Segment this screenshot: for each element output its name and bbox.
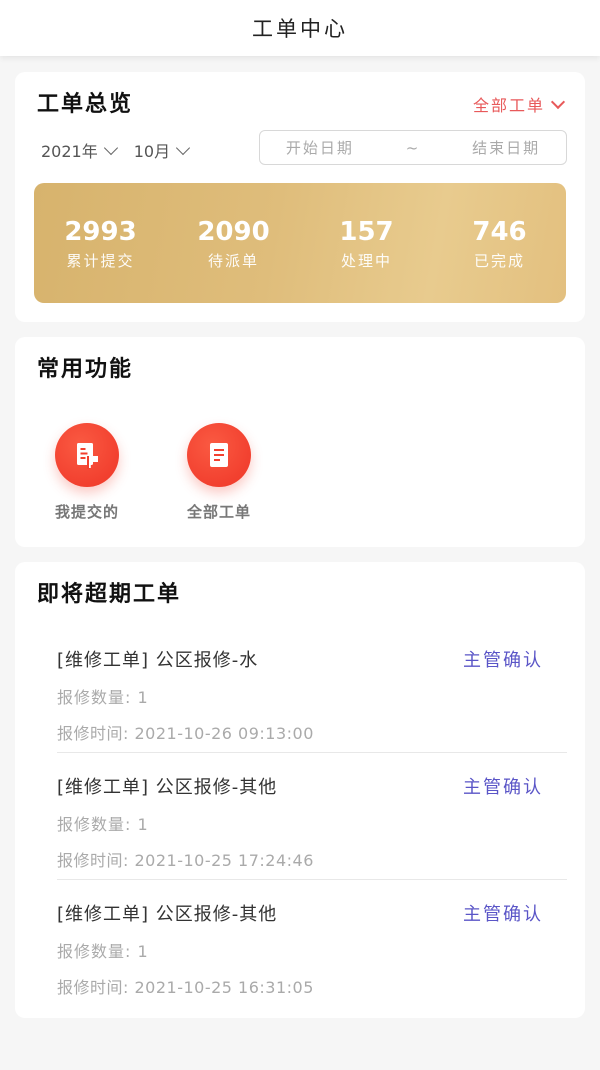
function-label: 我提交的 (54, 503, 119, 521)
chevron-down-icon (176, 140, 191, 155)
date-range-picker: 开始日期 ~ 结束日期 (259, 130, 567, 165)
order-quantity: 报修数量: 1 (57, 688, 149, 707)
order-type-filter[interactable]: 全部工单 (472, 92, 566, 116)
order-list-item[interactable]: [维修工单] 公区报修-其他 主管确认 报修数量: 1 报修时间: 2021-1… (57, 753, 567, 880)
document-list-icon (187, 423, 251, 487)
stat-label: 已完成 (473, 251, 525, 270)
date-range-separator: ~ (405, 138, 421, 157)
stat-in-progress[interactable]: 157 处理中 (300, 183, 433, 303)
end-date-field[interactable]: 结束日期 (472, 137, 540, 158)
stat-label: 累计提交 (66, 251, 135, 270)
overdue-orders-card: 即将超期工单 [维修工单] 公区报修-水 主管确认 报修数量: 1 报修时间: … (15, 562, 585, 1018)
functions-title: 常用功能 (37, 357, 134, 382)
stats-panel: 2993 累计提交 2090 待派单 157 处理中 746 已完成 (34, 183, 566, 303)
stat-pending-dispatch[interactable]: 2090 待派单 (167, 183, 300, 303)
overdue-title: 即将超期工单 (37, 582, 182, 607)
start-date-field[interactable]: 开始日期 (286, 137, 354, 158)
order-title: [维修工单] 公区报修-水 (57, 650, 259, 671)
order-status[interactable]: 主管确认 (463, 646, 543, 672)
period-selectors: 2021年 10月 (41, 138, 191, 162)
chevron-down-icon (103, 140, 118, 155)
function-my-submitted[interactable]: 我提交的 (45, 423, 129, 522)
year-select-label: 2021年 (41, 142, 98, 161)
overdue-order-list: [维修工单] 公区报修-水 主管确认 报修数量: 1 报修时间: 2021-10… (57, 626, 567, 1007)
month-select[interactable]: 10月 (133, 138, 191, 162)
stat-completed[interactable]: 746 已完成 (433, 183, 566, 303)
stat-label: 待派单 (207, 251, 259, 270)
overview-title: 工单总览 (37, 92, 134, 117)
month-select-label: 10月 (133, 142, 171, 161)
order-list-item[interactable]: [维修工单] 公区报修-水 主管确认 报修数量: 1 报修时间: 2021-10… (57, 626, 567, 753)
chevron-down-icon (550, 94, 566, 109)
stat-submitted[interactable]: 2993 累计提交 (34, 183, 167, 303)
order-status[interactable]: 主管确认 (463, 900, 543, 926)
order-type-filter-label: 全部工单 (472, 96, 545, 115)
order-quantity: 报修数量: 1 (57, 942, 149, 961)
order-time: 报修时间: 2021-10-25 16:31:05 (57, 978, 314, 997)
stat-value: 2993 (64, 216, 137, 247)
order-title: [维修工单] 公区报修-其他 (57, 777, 278, 798)
stat-label: 处理中 (340, 251, 392, 270)
order-time: 报修时间: 2021-10-25 17:24:46 (57, 851, 314, 870)
stat-value: 157 (339, 216, 394, 247)
order-title: [维修工单] 公区报修-其他 (57, 904, 278, 925)
order-list-item[interactable]: [维修工单] 公区报修-其他 主管确认 报修数量: 1 报修时间: 2021-1… (57, 880, 567, 1007)
order-time: 报修时间: 2021-10-26 09:13:00 (57, 724, 314, 743)
overview-card: 工单总览 全部工单 2021年 10月 开始日期 ~ 结束日期 2993 累计提… (15, 72, 585, 322)
document-flag-icon (55, 423, 119, 487)
stat-value: 746 (472, 216, 527, 247)
function-all-orders[interactable]: 全部工单 (177, 423, 261, 522)
functions-card: 常用功能 我提交的 全部工单 (15, 337, 585, 547)
top-bar: 工单中心 (0, 0, 600, 56)
order-status[interactable]: 主管确认 (463, 773, 543, 799)
order-quantity: 报修数量: 1 (57, 815, 149, 834)
stat-value: 2090 (197, 216, 270, 247)
functions-grid: 我提交的 全部工单 (45, 423, 261, 522)
page-title: 工单中心 (252, 17, 348, 41)
year-select[interactable]: 2021年 (41, 138, 118, 162)
function-label: 全部工单 (186, 503, 251, 521)
